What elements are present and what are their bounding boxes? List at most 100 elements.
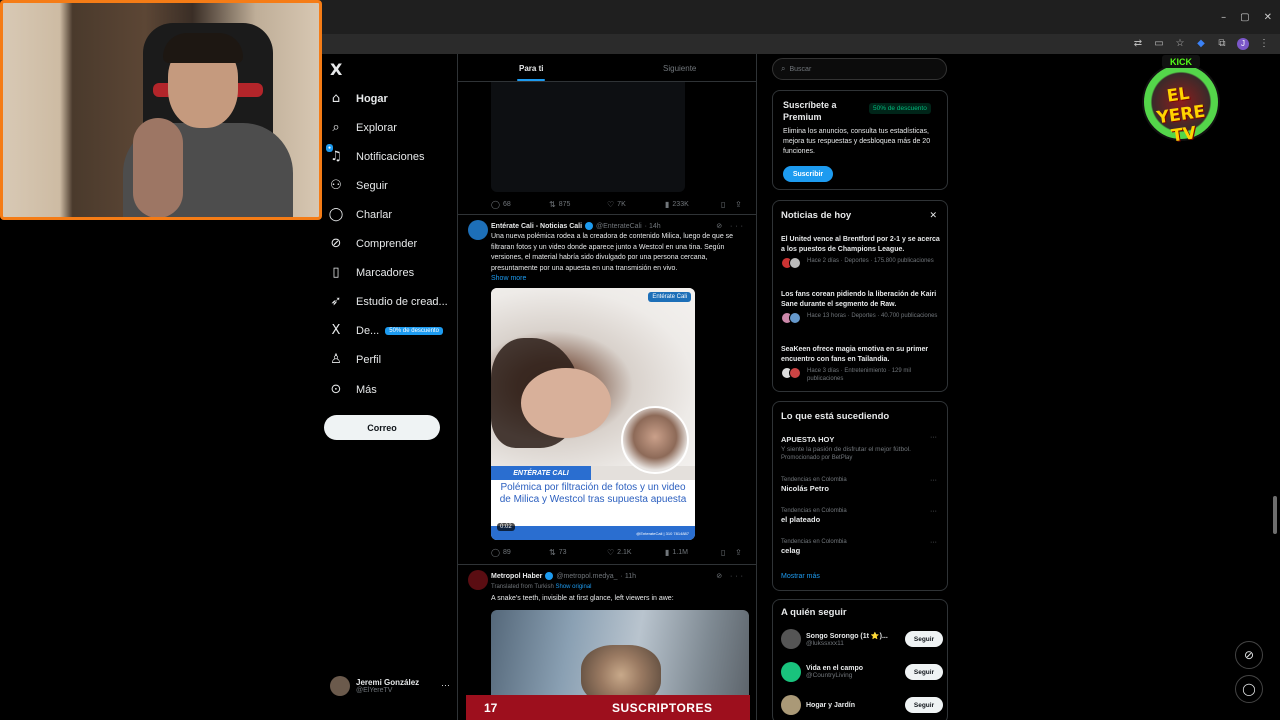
follow-icon: ⚇	[330, 178, 342, 193]
nav-explore[interactable]: ⌕ Explorar	[328, 115, 397, 141]
share-button[interactable]: ⇪	[735, 548, 742, 557]
tweet-tools[interactable]: ⊘ ···	[716, 572, 746, 580]
scrollbar[interactable]	[1273, 496, 1277, 534]
show-more-link[interactable]: Show more	[491, 275, 526, 282]
close-icon[interactable]: ✕	[929, 210, 937, 221]
browser-toolbar: ⇄ ▭ ☆ ◆ ⧉ J ⋮	[322, 34, 1280, 54]
views-button[interactable]: ▮ 1.1M	[665, 548, 721, 557]
author-name[interactable]: Metropol Haber	[491, 573, 542, 580]
trends-title: Lo que está sucediendo	[781, 411, 890, 422]
more-icon[interactable]: ···	[441, 680, 450, 690]
subscriber-count-current: 17	[484, 700, 498, 715]
minimize-button[interactable]: –	[1221, 12, 1226, 23]
nav-label: Perfil	[356, 354, 382, 366]
retweet-button[interactable]: ⇅ 875	[549, 200, 607, 209]
share-button[interactable]: ⇪	[735, 200, 742, 209]
x-premium-icon: X	[331, 323, 341, 338]
post-button[interactable]: Correo	[324, 415, 440, 440]
grok-icon: ⊘	[330, 236, 342, 251]
nav-more[interactable]: ⊙ Más	[328, 377, 377, 403]
nav-home[interactable]: ⌂ Hogar	[328, 86, 388, 112]
chat-icon: ◯	[328, 207, 344, 222]
more-icon[interactable]: ⋮	[1258, 38, 1270, 50]
avatar	[789, 257, 801, 269]
nav-chat[interactable]: ◯ Charlar	[328, 202, 392, 228]
nav-profile[interactable]: ♙ Perfil	[328, 347, 381, 373]
follow-button[interactable]: Seguir	[905, 631, 943, 647]
nav-bookmarks[interactable]: ▯ Marcadores	[328, 260, 414, 286]
nav-premium[interactable]: X De... 50% de descuento	[328, 318, 443, 344]
author-handle[interactable]: @EnterateCali	[596, 223, 642, 230]
follow-suggestion[interactable]: Songo Sorongo (1t ⭐)... @lukssxxx11 Segu…	[781, 627, 943, 651]
extensions-puzzle-icon[interactable]: ⧉	[1216, 38, 1228, 50]
show-more-link[interactable]: Mostrar más	[781, 573, 820, 580]
news-item[interactable]: SeaKeen ofrece magia emotiva en su prime…	[781, 345, 943, 383]
follow-suggestion[interactable]: Vida en el campo @CountryLiving Seguir	[781, 660, 943, 684]
show-original-link[interactable]: Show original	[555, 584, 591, 590]
tab-for-you[interactable]: Para ti	[519, 64, 543, 73]
kick-channel-logo: KICK EL YERE TV	[1140, 55, 1222, 146]
avatar[interactable]	[468, 220, 488, 240]
grok-fab-icon[interactable]: ⊘	[1235, 641, 1263, 669]
nav-label: Estudio de cread...	[356, 296, 448, 308]
nav-follow[interactable]: ⚇ Seguir	[328, 173, 388, 199]
retweet-button[interactable]: ⇅ 73	[549, 548, 607, 557]
trend-item[interactable]: Tendencias en Colombia celag ···	[781, 539, 943, 555]
tweet-actions: ◯ 68 ⇅ 875 ♡ 7K ▮ 233K ▯ ⇪	[491, 198, 749, 210]
like-button[interactable]: ♡ 2.1K	[607, 548, 665, 557]
discount-badge: 50% de descuento	[869, 103, 931, 114]
reply-button[interactable]: ◯ 68	[491, 200, 549, 209]
reply-icon: ◯	[491, 199, 500, 209]
follow-button[interactable]: Seguir	[905, 697, 943, 713]
account-switcher[interactable]: Jeremi González @ElYereTV ···	[330, 674, 450, 698]
author-name[interactable]: Entérate Cali - Noticias Cali	[491, 223, 582, 230]
feed-tabs: Para ti Siguiente	[458, 54, 756, 82]
more-icon[interactable]: ···	[930, 434, 937, 441]
verified-icon	[585, 222, 594, 230]
media-source-badge: Entérate Cali	[648, 292, 691, 302]
more-icon[interactable]: ···	[930, 477, 937, 484]
maximize-button[interactable]: ▢	[1240, 12, 1249, 23]
tweet-tools[interactable]: ⊘ ···	[716, 222, 746, 230]
bookmark-button[interactable]: ▯	[721, 200, 735, 209]
nav-creator-studio[interactable]: ➶ Estudio de cread...	[328, 289, 448, 315]
avatar[interactable]	[468, 570, 488, 590]
tweet-media-video[interactable]	[491, 82, 685, 192]
star-icon[interactable]: ☆	[1174, 38, 1186, 50]
nav-notifications[interactable]: ● ♫ Notificaciones	[326, 144, 424, 170]
more-icon[interactable]: ···	[930, 508, 937, 515]
like-button[interactable]: ♡ 7K	[607, 200, 665, 209]
author-handle[interactable]: @metropol.medya_	[556, 573, 617, 580]
cast-icon[interactable]: ▭	[1153, 38, 1165, 50]
tab-following[interactable]: Siguiente	[663, 64, 696, 73]
trend-item[interactable]: Tendencias en Colombia el plateado ···	[781, 508, 943, 524]
translate-icon[interactable]: ⇄	[1132, 38, 1144, 50]
news-item[interactable]: El United vence al Brentford por 2-1 y s…	[781, 235, 943, 269]
suggestion-handle: @lukssxxx11	[806, 639, 844, 647]
subscribe-button[interactable]: Suscribir	[783, 166, 833, 182]
tweet-media-video[interactable]: Entérate Cali ENTÉRATE CALI Polémica por…	[491, 288, 695, 540]
follow-button[interactable]: Seguir	[905, 664, 943, 680]
extension-icon[interactable]: ◆	[1195, 38, 1207, 50]
profile-avatar[interactable]: J	[1237, 38, 1249, 50]
screen: – ▢ ✕ ⇄ ▭ ☆ ◆ ⧉ J ⋮ X ⌂ Hogar ⌕ Explorar…	[0, 0, 1280, 720]
bookmark-button[interactable]: ▯	[721, 548, 735, 557]
reply-button[interactable]: ◯ 89	[491, 548, 549, 557]
bookmark-icon: ▯	[332, 265, 340, 280]
search-input[interactable]: ⌕ Buscar	[772, 58, 947, 80]
search-icon: ⌕	[781, 64, 786, 73]
news-item[interactable]: Los fans corean pidiendo la liberación d…	[781, 290, 943, 324]
account-info: Jeremi González @ElYereTV	[356, 678, 419, 694]
follow-suggestion[interactable]: Hogar y Jardín Seguir	[781, 693, 943, 717]
trend-item[interactable]: APUESTA HOY Y siente la pasión de disfru…	[781, 434, 943, 461]
messages-fab-icon[interactable]: ◯	[1235, 675, 1263, 703]
close-window-button[interactable]: ✕	[1264, 12, 1272, 23]
more-icon[interactable]: ···	[930, 539, 937, 546]
views-button[interactable]: ▮ 233K	[665, 200, 721, 209]
x-logo-icon[interactable]: X	[330, 60, 342, 79]
tweet-text: Una nueva polémica rodea a la creadora d…	[491, 232, 751, 285]
trend-item[interactable]: Tendencias en Colombia Nicolás Petro ···	[781, 477, 943, 493]
trend-title: Nicolás Petro	[781, 484, 829, 493]
nav-grok[interactable]: ⊘ Comprender	[328, 231, 418, 257]
webcam-overlay	[0, 0, 322, 220]
